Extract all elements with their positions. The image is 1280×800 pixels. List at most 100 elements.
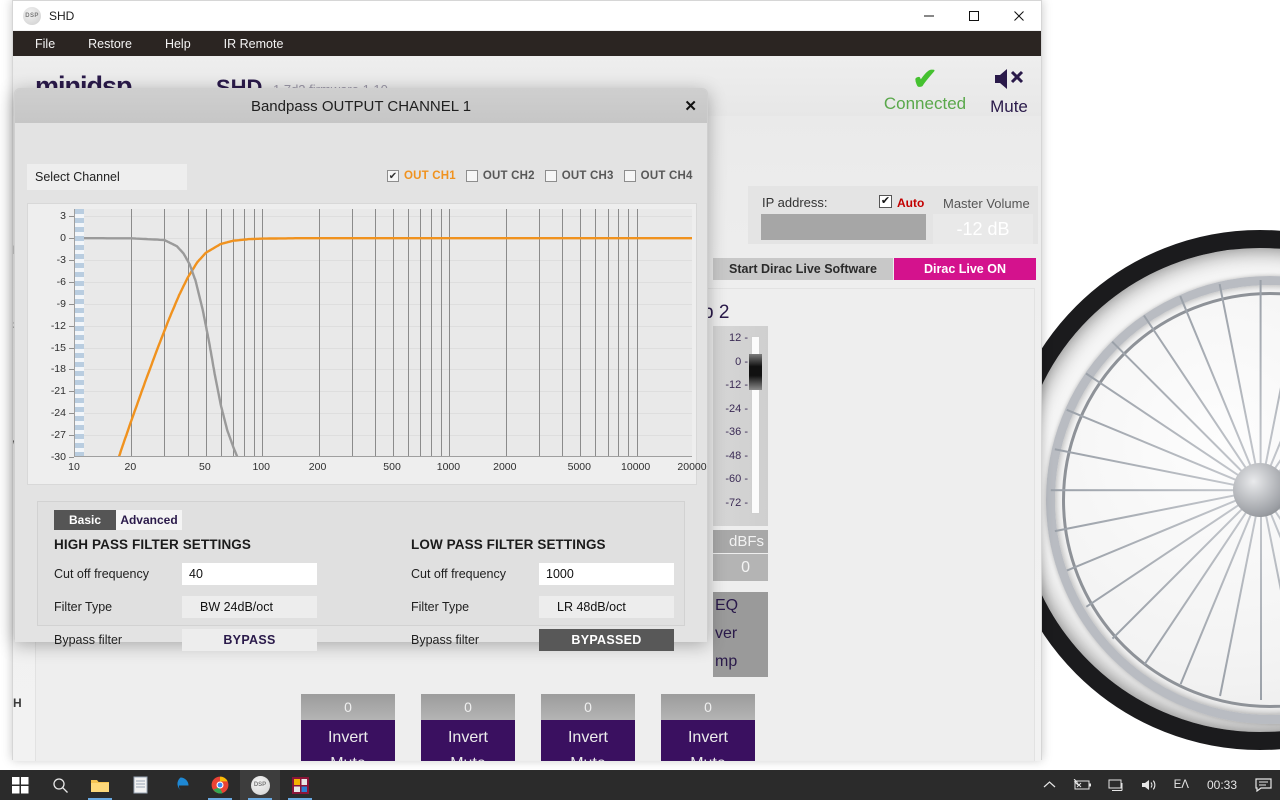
eq-line-3: mp bbox=[715, 648, 768, 676]
fader-tick-label: -12 - bbox=[713, 379, 748, 403]
channel-gain-value[interactable]: 0 bbox=[421, 694, 515, 720]
tab-advanced[interactable]: Advanced bbox=[116, 510, 182, 530]
mute-label: Mute bbox=[661, 751, 755, 761]
invert-label: Invert bbox=[421, 725, 515, 751]
low-pass-cutoff-input[interactable]: 1000 bbox=[539, 563, 674, 585]
label-out-ch1: OUT CH1 bbox=[404, 170, 456, 182]
minimize-button[interactable] bbox=[906, 1, 951, 31]
channel-gain-value[interactable]: 0 bbox=[661, 694, 755, 720]
high-pass-cutoff-input[interactable]: 40 bbox=[182, 563, 317, 585]
chart-y-tick-label: -30 bbox=[32, 451, 66, 463]
chart-y-tick-label: -27 bbox=[32, 429, 66, 441]
start-dirac-live-button[interactable]: Start Dirac Live Software bbox=[713, 258, 893, 280]
high-pass-bypass-button[interactable]: BYPASS bbox=[182, 629, 317, 651]
master-fader[interactable]: 12 -0 --12 --24 --36 --48 --60 --72 - bbox=[713, 326, 768, 526]
settings-tabs: Basic Advanced bbox=[54, 510, 182, 530]
chart-plot-area[interactable] bbox=[74, 209, 692, 457]
dbfs-value: 0 bbox=[713, 554, 768, 581]
wheel-tire bbox=[1000, 230, 1280, 750]
store-app-icon[interactable] bbox=[280, 770, 320, 800]
channel-gain-value[interactable]: 0 bbox=[301, 694, 395, 720]
high-pass-cutoff-row: Cut off frequency 40 bbox=[54, 563, 317, 585]
window-title: SHD bbox=[49, 9, 74, 23]
low-pass-column: LOW PASS FILTER SETTINGS Cut off frequen… bbox=[411, 537, 674, 651]
auto-checkbox[interactable]: ✔ bbox=[879, 195, 892, 208]
dialog-body: Select Channel ✔ OUT CH1 OUT CH2 OUT CH3… bbox=[15, 123, 707, 642]
menu-item-restore[interactable]: Restore bbox=[88, 37, 132, 51]
dialog-close-icon[interactable]: ✕ bbox=[684, 97, 697, 115]
clock[interactable]: 00:33 bbox=[1197, 770, 1247, 800]
low-pass-cutoff-label: Cut off frequency bbox=[411, 567, 539, 581]
high-pass-title: HIGH PASS FILTER SETTINGS bbox=[54, 537, 317, 552]
menu-item-file[interactable]: File bbox=[35, 37, 55, 51]
high-pass-type-select[interactable]: BW 24dB/oct bbox=[182, 596, 317, 618]
mute-control[interactable]: Mute bbox=[973, 66, 1041, 117]
output-channel-checkbox-row: ✔ OUT CH1 OUT CH2 OUT CH3 OUT CH4 bbox=[387, 170, 703, 182]
low-pass-bypass-label: Bypass filter bbox=[411, 633, 539, 647]
fader-tick-label: 0 - bbox=[713, 356, 748, 380]
chart-y-tick-label: 0 bbox=[32, 232, 66, 244]
channel-strip-3: 0 Invert Mute bbox=[541, 694, 635, 761]
file-explorer-icon[interactable] bbox=[80, 770, 120, 800]
menu-item-ir-remote[interactable]: IR Remote bbox=[224, 37, 284, 51]
chart-x-tick-label: 10 bbox=[68, 461, 80, 473]
menu-item-help[interactable]: Help bbox=[165, 37, 191, 51]
chart-x-tick-label: 1000 bbox=[437, 461, 460, 473]
notepad-icon[interactable] bbox=[120, 770, 160, 800]
checkbox-out-ch2[interactable] bbox=[466, 170, 478, 182]
edge-browser-icon[interactable] bbox=[160, 770, 200, 800]
channel-invert-mute-button[interactable]: Invert Mute bbox=[661, 720, 755, 761]
output-channel-1[interactable]: ✔ OUT CH1 bbox=[387, 170, 456, 182]
battery-icon[interactable] bbox=[1064, 770, 1100, 800]
channel-strip-1: 0 Invert Mute bbox=[301, 694, 395, 761]
output-channel-2[interactable]: OUT CH2 bbox=[466, 170, 535, 182]
high-pass-type-row: Filter Type BW 24dB/oct bbox=[54, 596, 317, 618]
fader-scale: 12 -0 --12 --24 --36 --48 --60 --72 - bbox=[713, 332, 748, 520]
channel-gain-value[interactable]: 0 bbox=[541, 694, 635, 720]
chart-series-1 bbox=[119, 238, 692, 457]
wheel-spoke bbox=[1051, 489, 1261, 491]
chrome-browser-icon[interactable] bbox=[200, 770, 240, 800]
dsp-app-icon[interactable]: DSP bbox=[240, 770, 280, 800]
chart-x-tick-label: 2000 bbox=[493, 461, 516, 473]
ip-address-input[interactable] bbox=[761, 214, 926, 240]
start-button[interactable] bbox=[0, 770, 40, 800]
checkbox-out-ch1[interactable]: ✔ bbox=[387, 170, 399, 182]
low-pass-cutoff-row: Cut off frequency 1000 bbox=[411, 563, 674, 585]
checkbox-out-ch3[interactable] bbox=[545, 170, 557, 182]
low-pass-bypass-button[interactable]: BYPASSED bbox=[539, 629, 674, 651]
bandpass-dialog: Bandpass OUTPUT CHANNEL 1 ✕ Select Chann… bbox=[14, 88, 708, 641]
high-pass-cutoff-label: Cut off frequency bbox=[54, 567, 182, 581]
system-tray: ΕΛ 00:33 bbox=[1035, 770, 1280, 800]
notifications-icon[interactable] bbox=[1247, 770, 1280, 800]
network-icon[interactable] bbox=[1100, 770, 1133, 800]
channel-invert-mute-button[interactable]: Invert Mute bbox=[421, 720, 515, 761]
close-button[interactable] bbox=[996, 1, 1041, 31]
channel-invert-mute-button[interactable]: Invert Mute bbox=[301, 720, 395, 761]
output-channel-3[interactable]: OUT CH3 bbox=[545, 170, 614, 182]
chart-x-tick-label: 100 bbox=[252, 461, 270, 473]
mute-label: Mute bbox=[973, 97, 1041, 117]
chart-y-tick-label: -15 bbox=[32, 342, 66, 354]
fader-tick-label: 12 - bbox=[713, 332, 748, 356]
channel-invert-mute-button[interactable]: Invert Mute bbox=[541, 720, 635, 761]
chart-x-tick-label: 20000 bbox=[677, 461, 706, 473]
output-channel-4[interactable]: OUT CH4 bbox=[624, 170, 693, 182]
search-icon[interactable] bbox=[40, 770, 80, 800]
eq-block[interactable]: EQ ver mp bbox=[713, 592, 768, 677]
chart-y-tick-label: -9 bbox=[32, 298, 66, 310]
checkbox-out-ch4[interactable] bbox=[624, 170, 636, 182]
fader-knob[interactable] bbox=[749, 354, 762, 390]
invert-label: Invert bbox=[661, 725, 755, 751]
connection-status: ✔ Connected bbox=[875, 66, 975, 114]
language-indicator[interactable]: ΕΛ bbox=[1166, 770, 1197, 800]
tab-basic[interactable]: Basic bbox=[54, 510, 116, 530]
low-pass-type-select[interactable]: LR 48dB/oct bbox=[539, 596, 674, 618]
connected-label: Connected bbox=[875, 94, 975, 114]
tray-expand-icon[interactable] bbox=[1035, 770, 1064, 800]
volume-icon[interactable] bbox=[1133, 770, 1166, 800]
fader-tick-label: -60 - bbox=[713, 473, 748, 497]
select-channel-dropdown[interactable]: Select Channel bbox=[27, 164, 187, 190]
maximize-button[interactable] bbox=[951, 1, 996, 31]
dirac-live-on-button[interactable]: Dirac Live ON bbox=[894, 258, 1036, 280]
